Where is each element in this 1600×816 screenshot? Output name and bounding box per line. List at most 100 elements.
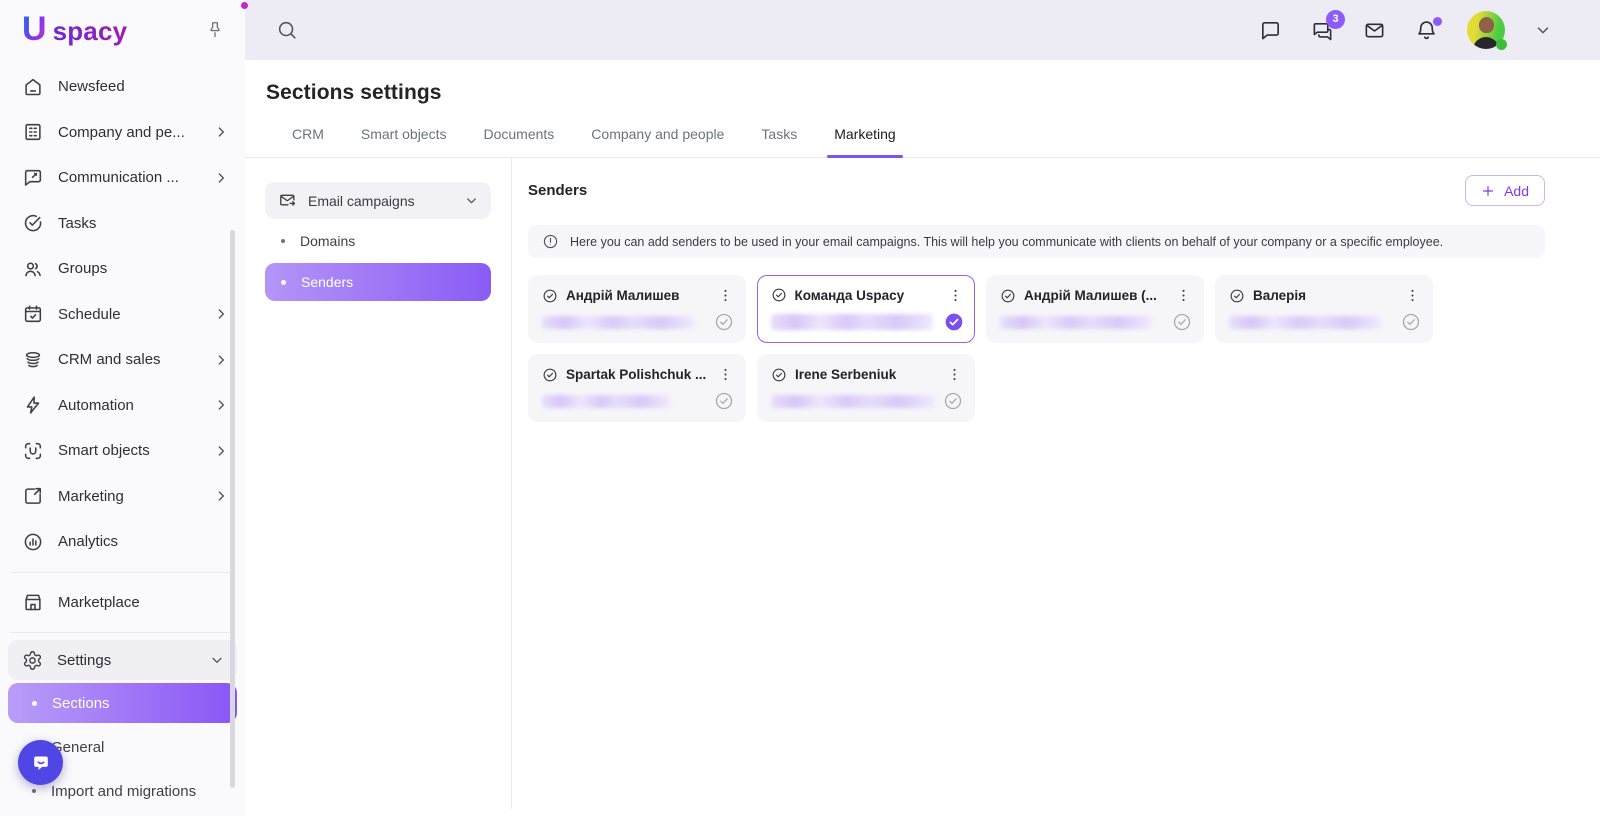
sender-card[interactable]: Irene Serbeniuk	[757, 354, 975, 422]
main-panel: Sections settings CRMSmart objectsDocume…	[245, 60, 1600, 816]
sidebar-item-label: Settings	[57, 652, 111, 669]
status-check-icon[interactable]	[1401, 312, 1421, 332]
tab-smart-objects[interactable]: Smart objects	[361, 126, 447, 157]
support-chat-launcher[interactable]	[18, 740, 63, 785]
divider	[10, 632, 235, 633]
chevron-down-icon[interactable]	[1534, 21, 1552, 39]
sidebar-item-label: Schedule	[58, 306, 121, 323]
sidebar-item-label: Communication ...	[58, 169, 179, 186]
kebab-menu-icon[interactable]	[946, 366, 963, 383]
sidebar-item-schedule[interactable]: Schedule	[0, 292, 245, 338]
status-check-icon[interactable]	[1172, 312, 1192, 332]
sidebar-item-sections[interactable]: Sections	[8, 683, 237, 723]
sidebar-item-marketing[interactable]: Marketing	[0, 474, 245, 520]
selected-check-icon[interactable]	[944, 312, 964, 332]
tab-label: Documents	[483, 126, 554, 142]
chevron-right-icon	[213, 170, 229, 186]
senders-content: Senders Add Here you can add senders to …	[512, 158, 1600, 809]
sender-card[interactable]: Spartak Polishchuk ...	[528, 354, 746, 422]
sidebar-item-marketplace[interactable]: Marketplace	[0, 580, 245, 626]
sidebar-item-automation[interactable]: Automation	[0, 383, 245, 429]
uspacy-logo[interactable]: U spacy	[22, 12, 127, 47]
tab-marketing[interactable]: Marketing	[834, 126, 895, 157]
tab-tasks[interactable]: Tasks	[761, 126, 797, 157]
blurred-email	[542, 395, 670, 408]
logo-letter: U	[22, 12, 47, 46]
tab-company-and-people[interactable]: Company and people	[591, 126, 724, 157]
status-check-icon[interactable]	[714, 391, 734, 411]
tab-label: Company and people	[591, 126, 724, 142]
layers-icon	[22, 349, 44, 371]
sidebar-item-settings[interactable]: Settings	[8, 640, 237, 680]
messages-badge: 3	[1326, 10, 1345, 29]
sidebar: U spacy Newsfeed Company and pe... Communi…	[0, 0, 245, 816]
sidebar-item-label: Analytics	[58, 533, 118, 550]
sender-card[interactable]: Андрій Малишев (...	[986, 275, 1204, 343]
sender-name: Irene Serbeniuk	[795, 367, 896, 382]
sidebar-item-smart-objects[interactable]: Smart objects	[0, 428, 245, 474]
tab-crm[interactable]: CRM	[292, 126, 324, 157]
bullet-dot	[32, 789, 36, 793]
chat-icon[interactable]	[1259, 19, 1282, 42]
sidebar-item-label: Marketplace	[58, 594, 140, 611]
sender-name: Валерія	[1253, 288, 1306, 303]
sidebar-item-label: Sections	[52, 695, 110, 712]
sender-card[interactable]: Валерія	[1215, 275, 1433, 343]
sidebar-item-tasks[interactable]: Tasks	[0, 201, 245, 247]
search-icon[interactable]	[276, 19, 298, 41]
kebab-menu-icon[interactable]	[717, 287, 734, 304]
tab-documents[interactable]: Documents	[483, 126, 554, 157]
chevron-right-icon	[213, 488, 229, 504]
subnav-item-senders[interactable]: Senders	[265, 263, 491, 301]
topbar-actions: 3	[1259, 0, 1552, 60]
kebab-menu-icon[interactable]	[1404, 287, 1421, 304]
sender-check-icon	[771, 367, 787, 383]
messages-icon[interactable]: 3	[1311, 19, 1334, 42]
sidebar-item-label: Newsfeed	[58, 78, 125, 95]
home-icon	[22, 76, 44, 98]
user-avatar[interactable]	[1467, 11, 1505, 49]
sidebar-item-communication[interactable]: Communication ...	[0, 155, 245, 201]
chevron-down-icon	[464, 193, 479, 208]
app-window: 3 Sections settings CRMSmart objectsDocu…	[0, 0, 1600, 816]
sidebar-item-crm-and-sales[interactable]: CRM and sales	[0, 337, 245, 383]
kebab-menu-icon[interactable]	[947, 287, 964, 304]
kebab-menu-icon[interactable]	[717, 366, 734, 383]
bell-icon[interactable]	[1415, 19, 1438, 42]
sender-card[interactable]: Андрій Малишев	[528, 275, 746, 343]
kebab-menu-icon[interactable]	[1175, 287, 1192, 304]
sender-card[interactable]: Команда Uspacy	[757, 275, 975, 343]
analytics-icon	[22, 531, 44, 553]
gear-icon	[22, 650, 43, 671]
sender-check-icon	[1000, 288, 1016, 304]
sender-cards-grid: Андрій Малишев Команда Uspacy Андрій Малиш…	[528, 275, 1545, 422]
bullet-dot	[32, 701, 37, 706]
sidebar-item-label: Smart objects	[58, 442, 150, 459]
mail-icon[interactable]	[1363, 19, 1386, 42]
smart-icon	[22, 440, 44, 462]
pin-icon[interactable]	[205, 19, 225, 39]
subnav-item-domains[interactable]: Domains	[265, 222, 491, 260]
sidebar-item-label: Tasks	[58, 215, 96, 232]
chevron-right-icon	[213, 306, 229, 322]
info-text: Here you can add senders to be used in y…	[570, 235, 1443, 249]
sidebar-item-newsfeed[interactable]: Newsfeed	[0, 64, 245, 110]
sidebar-item-company-and-pe[interactable]: Company and pe...	[0, 110, 245, 156]
add-button[interactable]: Add	[1465, 175, 1545, 206]
sidebar-item-analytics[interactable]: Analytics	[0, 519, 245, 565]
sidebar-scrollbar[interactable]	[230, 230, 235, 788]
chevron-right-icon	[213, 352, 229, 368]
sidebar-item-label: CRM and sales	[58, 351, 161, 368]
sender-name: Spartak Polishchuk ...	[566, 367, 706, 382]
sender-name: Андрій Малишев (...	[1024, 288, 1157, 303]
email-campaigns-group[interactable]: Email campaigns	[265, 182, 491, 219]
status-check-icon[interactable]	[943, 391, 963, 411]
chevron-down-icon	[209, 652, 225, 668]
sender-check-icon	[542, 288, 558, 304]
sidebar-item-groups[interactable]: Groups	[0, 246, 245, 292]
promote-icon	[22, 485, 44, 507]
mail-send-icon	[278, 191, 297, 210]
status-check-icon[interactable]	[714, 312, 734, 332]
sender-name: Андрій Малишев	[566, 288, 679, 303]
add-button-label: Add	[1504, 183, 1529, 199]
